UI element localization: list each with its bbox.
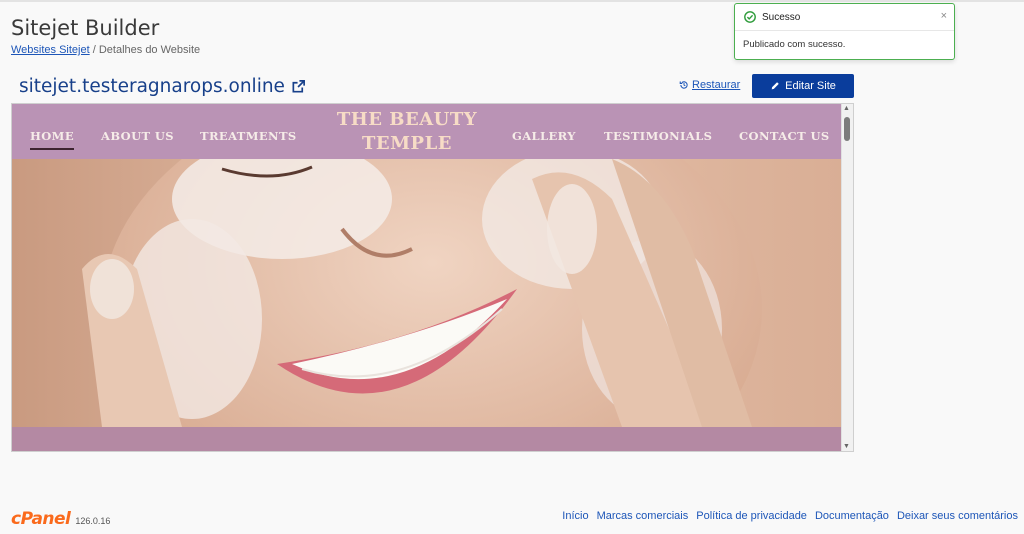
footer-link-inicio[interactable]: Início: [562, 510, 588, 522]
preview-scrollbar[interactable]: ▲ ▼: [841, 104, 853, 451]
preview-nav-gallery[interactable]: GALLERY: [512, 129, 576, 143]
edit-site-button[interactable]: Editar Site: [752, 74, 854, 98]
preview-nav-about[interactable]: ABOUT US: [101, 129, 174, 143]
cpanel-version: 126.0.16: [75, 516, 111, 526]
smiling-face-illustration: [12, 159, 843, 427]
preview-navbar: HOME ABOUT US TREATMENTS THE BEAUTY TEMP…: [12, 104, 843, 159]
restore-label: Restaurar: [692, 79, 741, 91]
external-link-icon: [292, 80, 305, 93]
top-border: [0, 0, 1024, 2]
preview-brand-logo[interactable]: THE BEAUTY TEMPLE: [322, 108, 492, 156]
brand-line-1: THE BEAUTY: [336, 109, 478, 130]
breadcrumb-link-websites[interactable]: Websites Sitejet: [11, 44, 90, 56]
page-title: Sitejet Builder: [11, 16, 160, 40]
preview-nav-treatments[interactable]: TREATMENTS: [200, 129, 297, 143]
toast-message: Publicado com sucesso.: [743, 39, 846, 50]
footer-link-trademarks[interactable]: Marcas comerciais: [597, 510, 689, 522]
edit-site-label: Editar Site: [785, 80, 836, 92]
footer-link-docs[interactable]: Documentação: [815, 510, 889, 522]
history-icon: [679, 81, 688, 89]
cpanel-logo: cPanel 126.0.16: [11, 509, 110, 529]
scroll-down-icon[interactable]: ▼: [843, 443, 850, 450]
site-url-link[interactable]: sitejet.testeragnarops.online: [19, 76, 306, 97]
scroll-up-icon[interactable]: ▲: [843, 105, 850, 112]
pencil-icon: [771, 82, 779, 90]
preview-scroll-thumb[interactable]: [844, 117, 850, 141]
site-url-text: sitejet.testeragnarops.online: [19, 76, 285, 97]
brand-line-2: TEMPLE: [362, 133, 452, 154]
success-toast: Sucesso × Publicado com sucesso.: [734, 3, 955, 60]
breadcrumb: Websites Sitejet / Detalhes do Website: [11, 44, 200, 56]
cpanel-logo-text: cPanel: [11, 509, 71, 529]
preview-hero-image: [12, 159, 843, 427]
toast-title: Sucesso: [762, 11, 801, 23]
restore-link[interactable]: Restaurar: [679, 79, 740, 91]
breadcrumb-current: Detalhes do Website: [98, 44, 201, 56]
check-circle-icon: [744, 11, 756, 23]
preview-nav-testimonials[interactable]: TESTIMONIALS: [604, 129, 712, 143]
toast-header: Sucesso ×: [735, 4, 954, 31]
footer-links: Início Marcas comerciais Política de pri…: [562, 510, 1018, 522]
preview-bottom-strip: [12, 427, 843, 451]
preview-nav-contact[interactable]: CONTACT US: [739, 129, 830, 143]
preview-nav-home[interactable]: HOME: [30, 129, 74, 150]
website-preview[interactable]: HOME ABOUT US TREATMENTS THE BEAUTY TEMP…: [11, 103, 854, 452]
footer-link-privacy[interactable]: Política de privacidade: [696, 510, 807, 522]
footer-link-feedback[interactable]: Deixar seus comentários: [897, 510, 1018, 522]
close-icon[interactable]: ×: [941, 10, 947, 22]
breadcrumb-separator: /: [89, 44, 99, 56]
